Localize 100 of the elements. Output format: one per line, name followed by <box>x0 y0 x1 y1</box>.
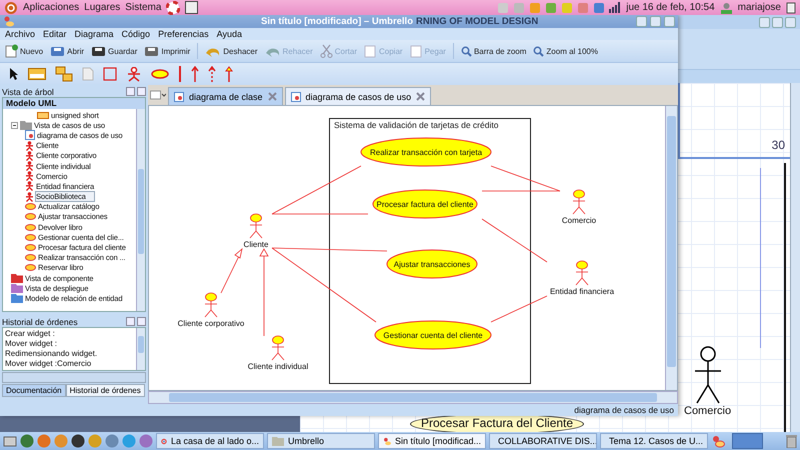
panel-menu[interactable]: Aplicaciones <box>23 2 80 13</box>
menu-item[interactable]: Ayuda <box>216 29 242 39</box>
toolbar-button[interactable]: Zoom al 100% <box>531 44 600 58</box>
tray-icon[interactable] <box>545 2 558 14</box>
tab[interactable]: diagrama de casos de uso <box>284 87 432 105</box>
float-button[interactable] <box>126 317 135 326</box>
umbrello-icon[interactable] <box>711 434 725 448</box>
toolbar-button[interactable]: Deshacer <box>203 44 260 58</box>
diagram-icon <box>25 130 35 140</box>
class-icon[interactable] <box>28 68 46 80</box>
launcher-icon[interactable] <box>71 434 85 448</box>
float-button[interactable] <box>126 87 135 96</box>
scrollbar[interactable] <box>790 83 800 432</box>
actor: Cliente corporativo <box>178 292 244 328</box>
menu-item[interactable]: Archivo <box>5 29 36 39</box>
paste-icon <box>410 44 423 58</box>
toolbar-button[interactable]: Imprimir <box>142 44 192 58</box>
tray-icon[interactable] <box>513 2 526 14</box>
user-name[interactable]: mariajose <box>738 2 781 13</box>
close-button[interactable] <box>664 16 675 27</box>
tray-icon[interactable] <box>529 2 542 14</box>
datatype-icon <box>37 112 49 119</box>
history-entry[interactable]: Mover widget :Comercio <box>5 359 134 369</box>
boundary-icon[interactable] <box>103 67 117 81</box>
use-case-icon <box>25 203 36 210</box>
user-icon[interactable] <box>720 2 733 14</box>
close-icon[interactable] <box>416 92 426 101</box>
use-case-icon[interactable] <box>151 69 169 79</box>
generalization-icon[interactable] <box>225 66 233 82</box>
menu-item[interactable]: Código <box>122 29 150 39</box>
collapse-icon[interactable] <box>11 122 18 129</box>
clock[interactable]: jue 16 de feb, 10:54 <box>626 2 715 13</box>
workspace-switcher[interactable] <box>732 433 763 449</box>
close-button[interactable] <box>137 87 146 96</box>
toolbar-button[interactable]: Guardar <box>89 44 140 58</box>
taskbar-button[interactable]: Tema 12. Casos de U... <box>600 433 708 449</box>
diagram-icon <box>174 92 184 102</box>
ubuntu-logo-icon[interactable] <box>4 0 18 14</box>
dashed-arrow-icon[interactable] <box>208 66 216 82</box>
minimize-button[interactable] <box>759 16 770 28</box>
history-entry[interactable]: Redimensionando widget. <box>5 349 134 359</box>
tray-icon[interactable] <box>577 2 590 14</box>
copy-icon <box>364 44 377 58</box>
actor-icon <box>25 192 34 202</box>
trash-icon[interactable] <box>786 434 797 448</box>
tray-icon[interactable] <box>561 2 574 14</box>
maximize-button[interactable] <box>772 16 783 28</box>
tab[interactable]: diagrama de clase <box>168 87 283 105</box>
taskbar-button[interactable]: Umbrello <box>267 433 375 449</box>
new-tab-icon[interactable] <box>150 90 166 100</box>
use-case-icon <box>25 254 36 262</box>
scrollbar[interactable] <box>136 109 145 311</box>
signal-icon[interactable] <box>609 2 622 13</box>
app-icon[interactable] <box>185 1 198 14</box>
zoom-icon <box>460 46 472 56</box>
actor-icon <box>25 161 34 172</box>
history-entry[interactable]: Crear widget : <box>5 329 134 339</box>
use-case: Realizar transacción con tarjeta <box>360 138 492 166</box>
toolbar-button[interactable]: Barra de zoom <box>458 44 528 58</box>
taskbar-button[interactable]: Sin título [modificad... <box>378 433 486 449</box>
association-line <box>490 296 548 322</box>
use-case-icon <box>25 234 36 241</box>
note-icon[interactable] <box>82 67 94 81</box>
association-icon[interactable] <box>178 66 182 82</box>
pointer-icon[interactable] <box>9 67 19 81</box>
actor-icon[interactable] <box>126 66 142 82</box>
toolbar-button[interactable]: Abrir <box>48 44 86 58</box>
package-icon[interactable] <box>55 66 73 82</box>
generalization-arrow <box>220 248 243 294</box>
scrollbar[interactable] <box>665 106 677 390</box>
arrow-icon[interactable] <box>191 66 199 82</box>
use-case-icon <box>25 244 36 252</box>
use-case: Procesar factura del cliente <box>372 190 478 218</box>
history-entry[interactable]: Mover widget : <box>5 339 134 349</box>
new-document-icon <box>5 44 18 58</box>
tray-icon[interactable] <box>497 2 510 14</box>
tab[interactable]: Documentación <box>2 384 66 397</box>
maximize-button[interactable] <box>650 16 661 27</box>
lifebuoy-icon[interactable] <box>166 0 180 14</box>
taskbar-button[interactable]: La casa de al lado o... <box>156 433 264 449</box>
scrollbar[interactable] <box>136 328 145 370</box>
power-icon[interactable] <box>786 2 796 14</box>
scrollbar[interactable] <box>2 372 146 383</box>
app-icon <box>383 436 391 446</box>
close-button[interactable] <box>137 317 146 326</box>
close-icon[interactable] <box>268 92 277 101</box>
menu-item[interactable]: Diagrama <box>74 29 114 39</box>
close-button[interactable] <box>785 16 796 28</box>
use-case-icon <box>25 264 36 272</box>
panel-menu[interactable]: Lugares <box>84 2 120 13</box>
actor-icon <box>25 140 34 151</box>
tab[interactable]: Historial de órdenes <box>66 384 145 397</box>
minimize-button[interactable] <box>636 16 647 27</box>
actor: Cliente <box>244 214 268 249</box>
menu-item[interactable]: Preferencias <box>158 29 209 39</box>
menu-item[interactable]: Editar <box>43 29 67 39</box>
show-desktop-icon[interactable] <box>3 434 17 448</box>
panel-menu[interactable]: Sistema <box>125 2 162 13</box>
toolbar-button[interactable]: Nuevo <box>3 43 46 59</box>
scrollbar[interactable] <box>148 391 678 404</box>
